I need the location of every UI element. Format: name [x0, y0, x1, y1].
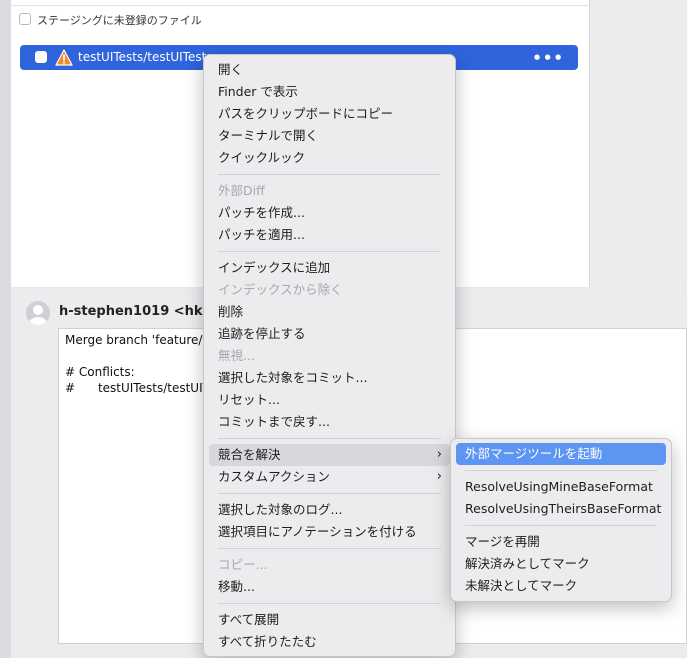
submenu-item-resolve-mine[interactable]: ResolveUsingMineBaseFormat — [456, 476, 666, 498]
submenu-item-mark-resolved[interactable]: 解決済みとしてマーク — [456, 553, 666, 575]
left-edge — [0, 0, 11, 658]
menu-item-apply-patch[interactable]: パッチを適用... — [209, 224, 450, 246]
resolve-conflicts-submenu: 外部マージツールを起動 ResolveUsingMineBaseFormat R… — [450, 438, 672, 602]
menu-item-annotate-selected[interactable]: 選択項目にアノテーションを付ける — [209, 521, 450, 543]
menu-item-ignore: 無視... — [218, 348, 255, 363]
menu-item-label: カスタムアクション — [218, 469, 330, 484]
avatar-body — [29, 317, 47, 325]
menu-separator — [465, 470, 657, 471]
avatar-head — [33, 305, 43, 315]
menu-item-copy-path[interactable]: パスをクリップボードにコピー — [209, 103, 450, 125]
context-menu: 開く Finder で表示 パスをクリップボードにコピー ターミナルで開く クイ… — [203, 54, 456, 657]
menu-item-reset-to-commit[interactable]: コミットまで戻す... — [209, 411, 450, 433]
unstaged-files-label: ステージングに未登録のファイル — [37, 14, 202, 27]
submenu-item-mark-unresolved[interactable]: 未解決としてマーク — [456, 575, 666, 597]
submenu-item-restart-merge[interactable]: マージを再開 — [456, 531, 666, 553]
menu-item-show-in-finder[interactable]: Finder で表示 — [209, 81, 450, 103]
unstaged-checkbox[interactable] — [19, 13, 31, 25]
more-icon[interactable]: ••• — [532, 49, 564, 67]
file-checkbox[interactable] — [35, 51, 47, 63]
menu-separator — [465, 525, 657, 526]
menu-item-move[interactable]: 移動... — [209, 576, 450, 598]
warning-icon — [55, 49, 73, 66]
menu-separator — [218, 493, 441, 494]
menu-separator — [218, 251, 441, 252]
panel-divider — [11, 5, 589, 6]
menu-separator — [218, 603, 441, 604]
menu-item-collapse-all[interactable]: すべて折りたたむ — [209, 631, 450, 653]
menu-item-label: 競合を解決 — [218, 447, 281, 462]
menu-item-remove-from-index: インデックスから除く — [218, 282, 343, 297]
menu-item-delete[interactable]: 削除 — [209, 301, 450, 323]
menu-separator — [218, 548, 441, 549]
menu-item-expand-all[interactable]: すべて展開 — [209, 609, 450, 631]
file-name: testUITests/testUITests. — [78, 50, 217, 64]
menu-item-add-to-index[interactable]: インデックスに追加 — [209, 257, 450, 279]
right-pane-background — [590, 0, 687, 287]
menu-item-quick-look[interactable]: クイックルック — [209, 147, 450, 169]
chevron-right-icon: › — [436, 469, 442, 484]
menu-item-log-selected[interactable]: 選択した対象のログ... — [209, 499, 450, 521]
menu-item-stop-tracking[interactable]: 追跡を停止する — [209, 323, 450, 345]
menu-item-resolve-conflicts[interactable]: 競合を解決 › — [209, 444, 450, 466]
menu-item-copy: コピー... — [218, 557, 268, 572]
menu-item-open[interactable]: 開く — [209, 59, 450, 81]
menu-item-reset[interactable]: リセット... — [209, 389, 450, 411]
menu-item-commit-selected[interactable]: 選択した対象をコミット... — [209, 367, 450, 389]
menu-item-external-diff: 外部Diff — [218, 183, 265, 198]
menu-item-open-terminal[interactable]: ターミナルで開く — [209, 125, 450, 147]
menu-item-custom-actions[interactable]: カスタムアクション › — [209, 466, 450, 488]
menu-item-create-patch[interactable]: パッチを作成... — [209, 202, 450, 224]
chevron-right-icon: › — [436, 447, 442, 462]
submenu-item-launch-merge-tool[interactable]: 外部マージツールを起動 — [456, 443, 666, 465]
avatar — [26, 301, 50, 325]
submenu-item-resolve-theirs[interactable]: ResolveUsingTheirsBaseFormat — [456, 498, 666, 520]
menu-separator — [218, 438, 441, 439]
menu-separator — [218, 174, 441, 175]
